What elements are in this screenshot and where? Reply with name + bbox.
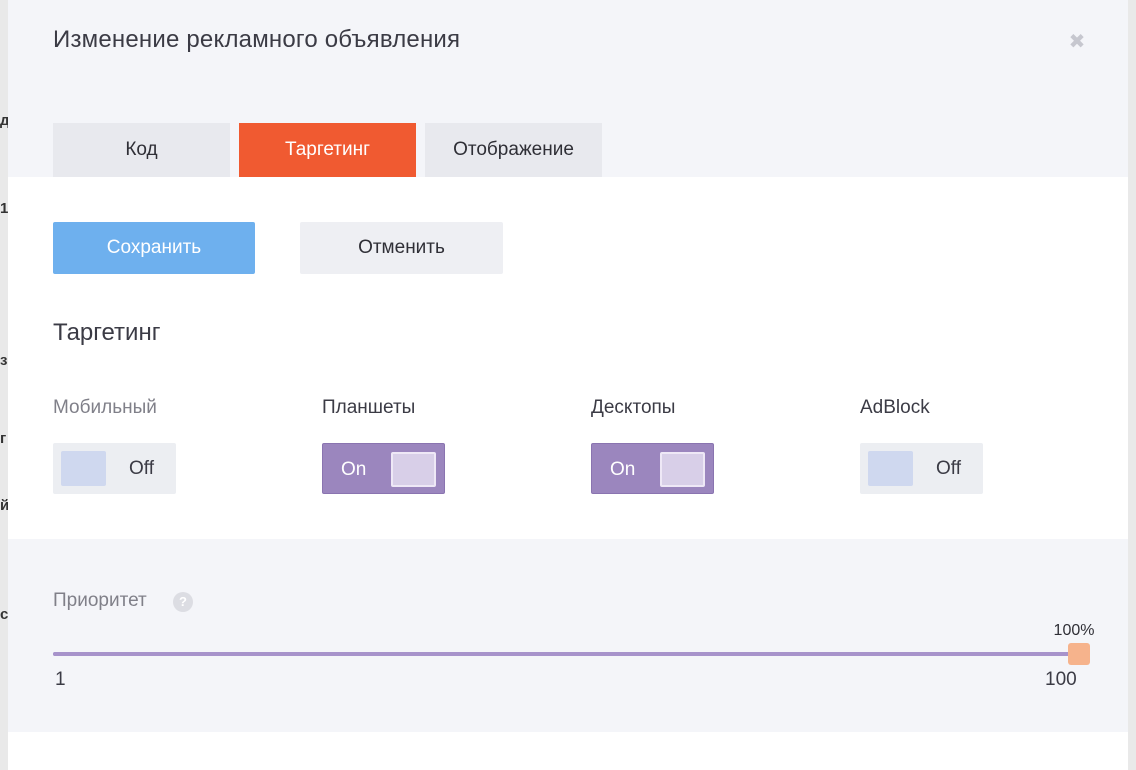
toggle-group-tablets: Планшеты On <box>322 397 522 494</box>
save-button[interactable]: Сохранить <box>53 222 255 274</box>
background-text-fragment: й <box>0 497 8 514</box>
cancel-button[interactable]: Отменить <box>300 222 503 274</box>
adblock-toggle[interactable]: Off <box>860 443 983 494</box>
priority-slider-track[interactable] <box>53 652 1082 656</box>
tab-content-targeting: Сохранить Отменить Таргетинг Мобильный O… <box>8 177 1128 539</box>
toggle-state: Off <box>129 458 154 479</box>
toggle-state: On <box>610 459 636 480</box>
toggle-knob <box>660 452 705 487</box>
mobile-toggle[interactable]: Off <box>53 443 176 494</box>
edit-ad-modal: Изменение рекламного объявления ✖ Код Та… <box>8 0 1128 770</box>
priority-slider-thumb[interactable] <box>1068 643 1090 665</box>
toggle-knob <box>391 452 436 487</box>
tab-targeting[interactable]: Таргетинг <box>239 123 416 177</box>
slider-max-label: 100 <box>1045 669 1077 690</box>
background-text-fragment: с <box>0 606 8 623</box>
toggle-label: AdBlock <box>860 397 930 418</box>
modal-title: Изменение рекламного объявления <box>53 26 461 53</box>
priority-label: Приоритет <box>53 590 147 611</box>
tablets-toggle[interactable]: On <box>322 443 445 494</box>
close-icon[interactable]: ✖ <box>1067 32 1087 52</box>
priority-section: Приоритет ? 100% 1 100 <box>8 539 1128 732</box>
priority-slider-fill <box>53 652 1082 656</box>
toggle-group-desktops: Десктопы On <box>591 397 791 494</box>
slider-min-label: 1 <box>55 669 66 690</box>
priority-value-label: 100% <box>1053 622 1095 639</box>
toggle-group-mobile: Мобильный Off <box>53 397 253 494</box>
toggle-knob <box>61 451 106 486</box>
toggle-group-adblock: AdBlock Off <box>860 397 1060 494</box>
tab-display[interactable]: Отображение <box>425 123 602 177</box>
modal-footer-area <box>8 732 1128 770</box>
background-text-fragment: д <box>0 112 8 129</box>
question-icon[interactable]: ? <box>173 592 193 612</box>
toggle-state: Off <box>936 458 961 479</box>
background-text-fragment: г <box>0 430 7 447</box>
background-text-fragment: 1 <box>0 200 8 217</box>
toggle-label: Планшеты <box>322 397 416 418</box>
tab-code[interactable]: Код <box>53 123 230 177</box>
toggle-label: Мобильный <box>53 397 157 418</box>
toggle-knob <box>868 451 913 486</box>
section-title: Таргетинг <box>53 319 161 346</box>
toggle-state: On <box>341 459 367 480</box>
background-text-fragment: з <box>0 352 8 369</box>
desktops-toggle[interactable]: On <box>591 443 714 494</box>
toggle-label: Десктопы <box>591 397 676 418</box>
